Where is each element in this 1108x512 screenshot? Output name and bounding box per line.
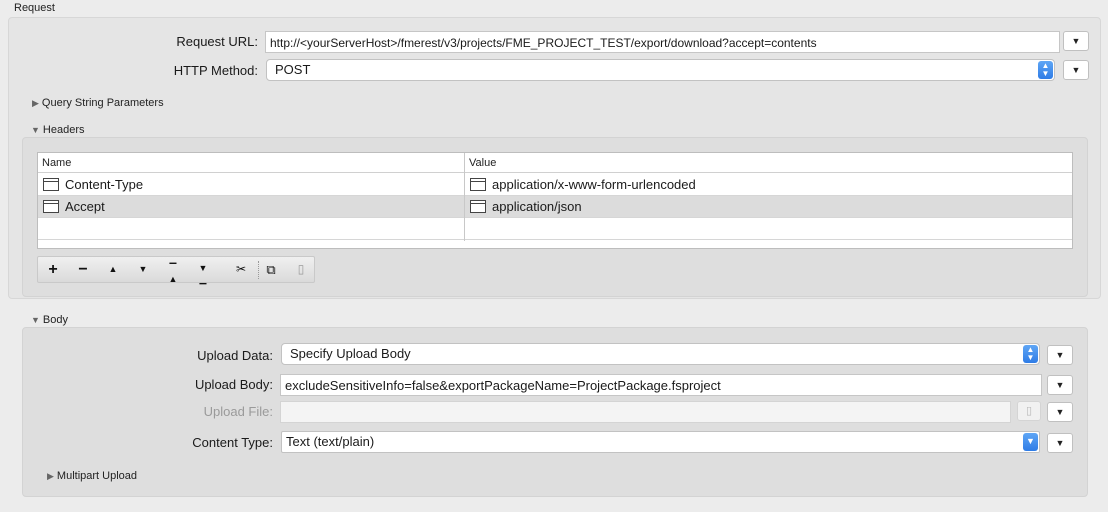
http-method-select[interactable]: POST ▲ ▼ xyxy=(266,59,1055,81)
chevron-down-icon: ▼ xyxy=(1023,433,1038,451)
content-type-menu-button[interactable]: ▼ xyxy=(1047,433,1073,453)
request-url-input[interactable]: http://<yourServerHost>/fmerest/v3/proje… xyxy=(265,31,1060,53)
query-string-label: Query String Parameters xyxy=(41,97,164,109)
chevron-down-icon: ▼ xyxy=(1071,65,1081,75)
body-section-title: Body xyxy=(42,314,68,326)
header-name: Content-Type xyxy=(65,177,144,192)
browse-file-button[interactable]: ▯ xyxy=(1017,401,1041,421)
chevron-down-icon: ▼ xyxy=(1055,438,1065,448)
headers-label: Headers xyxy=(42,124,85,136)
column-header-name[interactable]: Name xyxy=(38,153,464,173)
http-method-menu-button[interactable]: ▼ xyxy=(1063,60,1089,80)
document-icon: ▯ xyxy=(1025,405,1033,417)
upload-body-input[interactable]: excludeSensitiveInfo=false&exportPackage… xyxy=(280,374,1042,396)
header-value: application/x-www-form-urlencoded xyxy=(492,177,696,192)
table-toolbar: + − ▲ ▼ ▔ ▲ ▼ ▁ ✂ ⧉ ▯ xyxy=(37,256,316,284)
column-header-value[interactable]: Value xyxy=(465,153,1065,173)
request-url-menu-button[interactable]: ▼ xyxy=(1063,31,1089,51)
upload-file-label: Upload File: xyxy=(203,404,273,419)
http-method-label: HTTP Method: xyxy=(173,63,258,78)
triangle-down-icon: ▼ xyxy=(31,125,40,135)
table-row[interactable]: Accept application/json xyxy=(38,196,1072,218)
table-cell-value[interactable]: application/x-www-form-urlencoded xyxy=(465,174,1065,196)
table-row-empty[interactable] xyxy=(38,218,1072,240)
query-string-disclosure[interactable]: ▶ Query String Parameters xyxy=(32,97,164,109)
plus-icon[interactable]: + xyxy=(38,257,68,283)
chevron-down-icon: ▼ xyxy=(1055,380,1065,390)
body-disclosure[interactable]: ▼ Body xyxy=(31,314,68,326)
headers-table: Name Value Content-Type application/x-ww… xyxy=(37,152,1073,249)
triangle-right-icon: ▶ xyxy=(32,98,39,108)
table-cell-name[interactable]: Content-Type xyxy=(38,174,464,196)
header-value: application/json xyxy=(492,199,582,214)
chevron-down-icon: ▼ xyxy=(1071,36,1081,46)
content-type-value: Text (text/plain) xyxy=(286,434,375,449)
header-name: Accept xyxy=(65,199,105,214)
minus-icon[interactable]: − xyxy=(68,257,98,283)
text-field-icon xyxy=(43,178,59,191)
triangle-right-icon: ▶ xyxy=(47,471,54,481)
request-section-title: Request xyxy=(14,2,55,14)
chevron-down-icon: ▼ xyxy=(1055,350,1065,360)
triangle-down-icon: ▼ xyxy=(31,315,40,325)
move-to-top-icon[interactable]: ▔ ▲ xyxy=(158,257,188,284)
chevron-down-icon: ▼ xyxy=(1055,407,1065,417)
table-cell-value[interactable]: application/json xyxy=(465,196,1065,218)
cut-icon[interactable]: ✂ xyxy=(226,257,256,283)
text-field-icon xyxy=(470,200,486,213)
table-header: Name Value xyxy=(38,153,1072,173)
upload-data-select[interactable]: Specify Upload Body ▲ ▼ xyxy=(281,343,1040,365)
move-up-icon[interactable]: ▲ xyxy=(98,257,128,283)
paste-icon[interactable]: ▯ xyxy=(286,257,316,283)
upload-data-label: Upload Data: xyxy=(197,348,273,363)
multipart-upload-label: Multipart Upload xyxy=(56,470,138,482)
upload-data-value: Specify Upload Body xyxy=(290,346,411,361)
request-url-label: Request URL: xyxy=(176,34,258,49)
move-to-bottom-icon[interactable]: ▼ ▁ xyxy=(188,257,218,284)
table-row[interactable]: Content-Type application/x-www-form-urle… xyxy=(38,174,1072,196)
upload-file-input[interactable] xyxy=(280,401,1011,423)
text-field-icon xyxy=(43,200,59,213)
move-down-icon[interactable]: ▼ xyxy=(128,257,158,283)
column-divider xyxy=(464,153,465,241)
http-method-value: POST xyxy=(275,62,311,77)
select-arrows-icon: ▲ ▼ xyxy=(1038,61,1053,79)
content-type-label: Content Type: xyxy=(192,435,273,450)
upload-body-menu-button[interactable]: ▼ xyxy=(1047,375,1073,395)
copy-icon[interactable]: ⧉ xyxy=(256,257,286,283)
upload-data-menu-button[interactable]: ▼ xyxy=(1047,345,1073,365)
content-type-select[interactable]: Text (text/plain) ▼ xyxy=(281,431,1040,453)
upload-file-menu-button[interactable]: ▼ xyxy=(1047,402,1073,422)
upload-body-label: Upload Body: xyxy=(194,377,273,392)
multipart-upload-disclosure[interactable]: ▶ Multipart Upload xyxy=(47,470,137,482)
headers-disclosure[interactable]: ▼ Headers xyxy=(31,124,85,136)
select-arrows-icon: ▲ ▼ xyxy=(1023,345,1038,363)
text-field-icon xyxy=(470,178,486,191)
table-cell-name[interactable]: Accept xyxy=(38,196,464,218)
